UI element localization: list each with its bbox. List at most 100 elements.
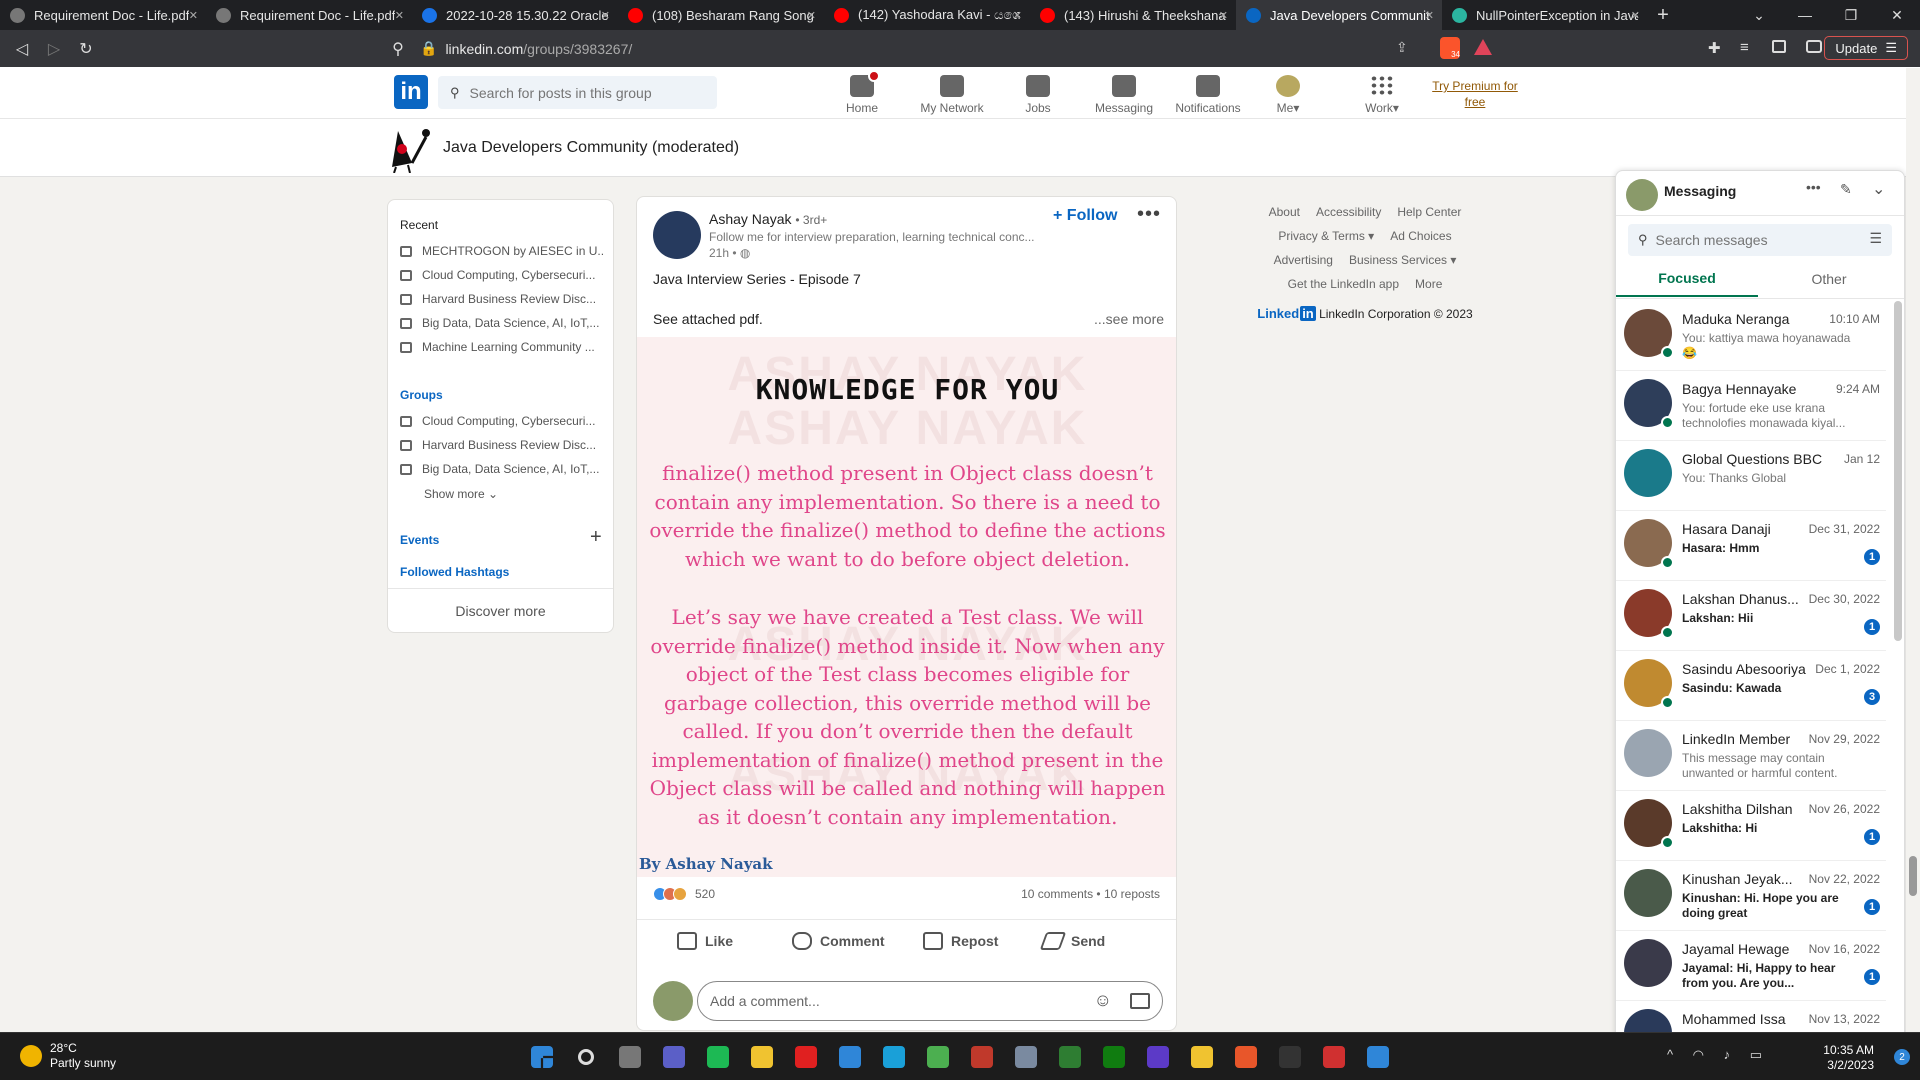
events-link[interactable]: Events (400, 533, 439, 547)
show-more-button[interactable]: Show more ⌄ (424, 487, 498, 501)
nav-notifications[interactable]: Notifications (1163, 71, 1253, 115)
tab-close-icon[interactable]: ✕ (807, 9, 816, 22)
conversation-item[interactable]: Jayamal Hewage Nov 16, 2022 Jayamal: Hi, H… (1616, 931, 1886, 1001)
taskbar-app-icon[interactable] (1054, 1041, 1086, 1073)
document-viewer[interactable]: ASHAY NAYAK ASHAY NAYAK ASHAY NAYAK ASHA… (637, 337, 1176, 877)
collapse-chevron-icon[interactable]: ⌄ (1872, 179, 1885, 199)
more-options-icon[interactable]: ••• (1806, 179, 1821, 195)
taskbar-app-icon[interactable] (1186, 1041, 1218, 1073)
tab-other[interactable]: Other (1758, 261, 1900, 297)
taskbar-app-icon[interactable] (1098, 1041, 1130, 1073)
taskbar-app-icon[interactable] (966, 1041, 998, 1073)
followed-hashtags-link[interactable]: Followed Hashtags (400, 565, 509, 579)
tab-close-icon[interactable]: ✕ (395, 9, 404, 22)
restore-icon[interactable]: ❐ (1828, 0, 1874, 30)
discover-more-link[interactable]: Discover more (388, 603, 613, 619)
nav-jobs[interactable]: Jobs (993, 71, 1083, 115)
see-more-button[interactable]: ...see more (1094, 311, 1164, 327)
group-search-input[interactable] (469, 84, 690, 101)
footer-link[interactable]: More (1415, 277, 1442, 291)
brave-rewards-icon[interactable] (1474, 39, 1492, 55)
nav-messaging[interactable]: Messaging (1079, 71, 1169, 115)
like-button[interactable]: Like (677, 932, 733, 950)
image-icon[interactable] (1130, 993, 1150, 1009)
tab-close-icon[interactable]: ✕ (1219, 9, 1228, 22)
browser-tab[interactable]: Requirement Doc - Life.pdf ✕ (0, 0, 206, 30)
footer-link[interactable]: Help Center (1397, 205, 1461, 219)
wallet-icon[interactable] (1806, 40, 1822, 53)
minimize-icon[interactable]: — (1782, 0, 1828, 30)
tab-search-icon[interactable]: ⌄ (1736, 0, 1782, 30)
taskbar-app-icon[interactable] (1362, 1041, 1394, 1073)
bookmark-icon[interactable]: ⚲ (382, 34, 414, 64)
message-search[interactable]: ⚲ ☰ (1628, 224, 1892, 256)
comment-box[interactable]: Add a comment... ☺ (697, 981, 1163, 1021)
add-event-icon[interactable]: + (590, 526, 602, 549)
filter-icon[interactable]: ☰ (1869, 230, 1882, 247)
forward-icon[interactable]: ▷ (38, 34, 70, 64)
taskbar-app-icon[interactable] (790, 1041, 822, 1073)
browser-tab[interactable]: Requirement Doc - Life.pdf ✕ (206, 0, 412, 30)
footer-link[interactable]: Ad Choices (1390, 229, 1451, 243)
browser-tab[interactable]: NullPointerException in Java - Y✕ (1442, 0, 1648, 30)
conversation-item[interactable]: Bagya Hennayake 9:24 AM You: fortude eke u… (1616, 371, 1886, 441)
tab-close-icon[interactable]: ✕ (601, 9, 610, 22)
taskbar-app-icon[interactable] (702, 1041, 734, 1073)
group-search[interactable]: ⚲ (438, 76, 717, 109)
taskbar-app-icon[interactable] (834, 1041, 866, 1073)
follow-button[interactable]: + Follow (1053, 207, 1117, 225)
group-item[interactable]: Cloud Computing, Cybersecuri... (400, 411, 605, 431)
sidebar-icon[interactable] (1772, 40, 1786, 53)
nav-work[interactable]: Work ▾ (1337, 71, 1427, 115)
tab-close-icon[interactable]: ✕ (1425, 9, 1434, 22)
repost-button[interactable]: Repost (923, 932, 998, 950)
taskbar-app-icon[interactable] (570, 1041, 602, 1073)
recent-item[interactable]: Machine Learning Community ... (400, 337, 605, 357)
nav-home[interactable]: Home (817, 70, 907, 115)
tab-focused[interactable]: Focused (1616, 261, 1758, 297)
conversation-item[interactable]: Lakshan Dhanus... Dec 30, 2022 Lakshan: Hi… (1616, 581, 1886, 651)
browser-tab[interactable]: (142) Yashodara Kavi - යශෝ ✕ (824, 0, 1030, 30)
groups-link[interactable]: Groups (400, 388, 443, 402)
taskbar-app-icon[interactable] (1142, 1041, 1174, 1073)
new-tab-button[interactable]: + (1648, 4, 1678, 27)
browser-tab[interactable]: (108) Besharam Rang Song | Pat✕ (618, 0, 824, 30)
update-button[interactable]: Update ☰ (1824, 36, 1908, 60)
taskbar-app-icon[interactable] (1274, 1041, 1306, 1073)
group-item[interactable]: Harvard Business Review Disc... (400, 435, 605, 455)
messages-scrollbar[interactable] (1894, 301, 1902, 641)
taskbar-app-icon[interactable] (614, 1041, 646, 1073)
share-icon[interactable]: ⇪ (1396, 39, 1408, 56)
recent-item[interactable]: Harvard Business Review Disc... (400, 289, 605, 309)
tab-close-icon[interactable]: ✕ (189, 9, 198, 22)
post-menu-icon[interactable]: ••• (1137, 203, 1161, 226)
taskbar-app-icon[interactable] (658, 1041, 690, 1073)
nav-my-network[interactable]: My Network (907, 71, 997, 115)
browser-tab[interactable]: Java Developers Communit ✕ (1236, 0, 1442, 30)
group-item[interactable]: Big Data, Data Science, AI, IoT,... (400, 459, 605, 479)
page-scrollbar-thumb[interactable] (1909, 856, 1917, 896)
footer-link[interactable]: About (1269, 205, 1300, 219)
taskbar-app-icon[interactable] (878, 1041, 910, 1073)
nav-me[interactable]: Me ▾ (1243, 71, 1333, 115)
taskbar-app-icon[interactable] (922, 1041, 954, 1073)
taskbar-app-icon[interactable] (1230, 1041, 1262, 1073)
try-premium-link[interactable]: Try Premium for free (1430, 78, 1520, 110)
conversation-item[interactable]: Lakshitha Dilshan Nov 26, 2022 Lakshitha: … (1616, 791, 1886, 861)
conversation-item[interactable]: Hasara Danaji Dec 31, 2022 Hasara: Hmm 1 (1616, 511, 1886, 581)
weather-widget[interactable]: 28°C Partly sunny (20, 1041, 116, 1071)
clock[interactable]: 10:35 AM 3/2/2023 (1823, 1043, 1874, 1073)
comment-repost-counts[interactable]: 10 comments • 10 reposts (1021, 887, 1160, 901)
close-icon[interactable]: ✕ (1874, 0, 1920, 30)
footer-link[interactable]: Advertising (1274, 253, 1333, 267)
conversation-item[interactable]: Kinushan Jeyak... Nov 22, 2022 Kinushan: H… (1616, 861, 1886, 931)
conversation-item[interactable]: LinkedIn Member Nov 29, 2022 This message … (1616, 721, 1886, 791)
tab-close-icon[interactable]: ✕ (1631, 9, 1640, 22)
footer-link[interactable]: Privacy & Terms ▾ (1278, 229, 1374, 243)
recent-item[interactable]: MECHTROGON by AIESEC in U... (400, 241, 605, 261)
conversation-item[interactable]: Sasindu Abesooriya Dec 1, 2022 Sasindu: Ka… (1616, 651, 1886, 721)
back-icon[interactable]: ◁ (6, 34, 38, 64)
system-tray[interactable]: ^ ◠ ♪ ▭ (1667, 1047, 1770, 1063)
conversation-item[interactable]: Maduka Neranga 10:10 AM You: kattiya mawa … (1616, 301, 1886, 371)
taskbar-app-icon[interactable] (746, 1041, 778, 1073)
